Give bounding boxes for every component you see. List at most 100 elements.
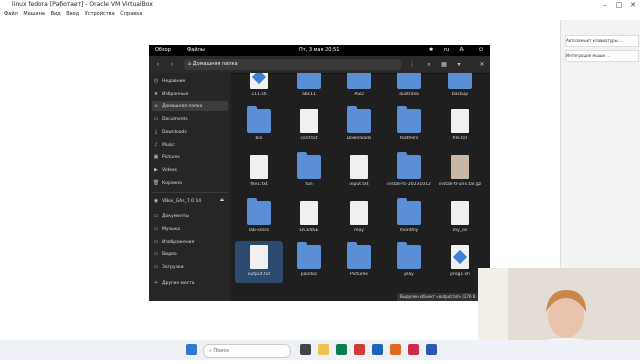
- file-item[interactable]: my_os: [436, 197, 484, 239]
- sidebar-item-8[interactable]: 🗑 Корзина: [152, 178, 228, 188]
- menu-file[interactable]: Файл: [4, 11, 18, 17]
- sidebar-other-places[interactable]: + Другие места: [152, 278, 228, 288]
- file-item[interactable]: Downloads: [335, 105, 383, 147]
- overview-button[interactable]: Обзор: [155, 45, 171, 56]
- file-label: install-tl-unx.tar.gz: [438, 182, 482, 187]
- file-item[interactable]: abc11: [285, 73, 333, 103]
- file-label: output.txt: [247, 272, 271, 277]
- folder-icon: [347, 242, 371, 269]
- view-options-icon[interactable]: ▾: [454, 60, 464, 69]
- file-item[interactable]: prog1.sh: [436, 241, 484, 283]
- sidebar-item-3[interactable]: ▭ Documents: [152, 114, 228, 124]
- file-item[interactable]: backup: [436, 73, 484, 103]
- network-icon[interactable]: ⁂: [459, 45, 464, 56]
- folder-icon: [297, 152, 321, 179]
- power-icon[interactable]: ⏻: [479, 45, 483, 56]
- close-icon[interactable]: ✕: [477, 60, 487, 69]
- firefox-icon[interactable]: [390, 344, 401, 355]
- folder-icon: [397, 242, 421, 269]
- search-icon[interactable]: ⌕: [424, 60, 434, 69]
- sidebar-bookmark-2[interactable]: ▭ Изображения: [152, 237, 228, 247]
- device-label: VBox_GAs_7.0.14: [162, 199, 202, 205]
- sidebar-bookmark-4[interactable]: ▭ Загрузки: [152, 262, 228, 272]
- video-icon: ▶: [154, 166, 158, 173]
- task-view-icon[interactable]: [300, 344, 311, 355]
- close-icon[interactable]: ✕: [626, 0, 640, 10]
- virtualbox-icon[interactable]: [426, 344, 437, 355]
- file-explorer-icon[interactable]: [318, 344, 329, 355]
- image-icon: ▣: [153, 154, 159, 161]
- file-item[interactable]: pandoc: [285, 241, 333, 283]
- text-file-icon: [350, 155, 368, 179]
- word-icon[interactable]: [372, 344, 383, 355]
- menu-input[interactable]: Ввод: [66, 11, 79, 17]
- language-indicator[interactable]: ru: [444, 45, 449, 56]
- file-item[interactable]: lab-sssss: [235, 197, 283, 239]
- file-item[interactable]: play: [385, 241, 433, 283]
- file-label: Pictures: [350, 272, 368, 277]
- bookmark-label: Загрузки: [162, 265, 184, 271]
- minimize-icon[interactable]: –: [598, 0, 612, 10]
- accessibility-icon[interactable]: ✱: [429, 45, 433, 56]
- menu-devices[interactable]: Устройства: [85, 11, 115, 17]
- menu-machine[interactable]: Машина: [23, 11, 45, 17]
- app-menu[interactable]: Файлы: [187, 45, 205, 56]
- edge-icon[interactable]: [336, 344, 347, 355]
- file-item[interactable]: output.txt: [235, 241, 283, 283]
- notification-mouse[interactable]: Интеграция мыши ...: [565, 50, 639, 62]
- file-item[interactable]: file.txt: [436, 105, 484, 147]
- sidebar-item-label: Pictures: [162, 155, 180, 161]
- sidebar-item-6[interactable]: ▣ Pictures: [152, 152, 228, 162]
- chrome-icon[interactable]: [354, 344, 365, 355]
- file-label: abc11: [302, 92, 316, 97]
- sidebar-item-label: Недавние: [162, 79, 186, 84]
- file-label: install-fc-20231012: [387, 182, 431, 187]
- menu-help[interactable]: Справка: [120, 11, 142, 17]
- back-icon[interactable]: ‹: [153, 60, 163, 69]
- file-item[interactable]: Pictures: [335, 241, 383, 283]
- file-item[interactable]: input.txt: [335, 151, 383, 193]
- file-item[interactable]: fun: [285, 151, 333, 193]
- bookmark-label: Изображения: [162, 239, 195, 245]
- sidebar-bookmark-1[interactable]: ▭ Музыка: [152, 224, 228, 234]
- file-label: Downloads: [346, 136, 372, 141]
- file-item[interactable]: bin: [235, 105, 283, 147]
- file-item[interactable]: LICENSE: [285, 197, 333, 239]
- sidebar-bookmark-3[interactable]: ▭ Видео: [152, 249, 228, 259]
- file-item[interactable]: australia: [385, 73, 433, 103]
- sidebar-bookmark-0[interactable]: ▭ Документы: [152, 211, 228, 221]
- file-item[interactable]: monthly: [385, 197, 433, 239]
- sidebar-item-4[interactable]: ⤓ Downloads: [152, 127, 228, 137]
- sidebar-device[interactable]: ◉ VBox_GAs_7.0.14 ⏏: [152, 196, 228, 206]
- forward-icon[interactable]: ›: [167, 60, 177, 69]
- app-icon[interactable]: [408, 344, 419, 355]
- start-icon[interactable]: [186, 344, 197, 355]
- maximize-icon[interactable]: □: [612, 0, 626, 10]
- file-item[interactable]: feathers: [385, 105, 433, 147]
- folder-icon: ▭: [153, 213, 159, 220]
- file-item[interactable]: file1.txt: [235, 151, 283, 193]
- file-item[interactable]: may: [335, 197, 383, 239]
- eject-icon[interactable]: ⏏: [220, 196, 224, 206]
- file-label: monthly: [399, 228, 419, 233]
- file-item[interactable]: ASD: [335, 73, 383, 103]
- sidebar-item-1[interactable]: ★ Избранные: [152, 89, 228, 99]
- file-item[interactable]: install-fc-20231012: [385, 151, 433, 193]
- view-grid-icon[interactable]: ▦: [439, 60, 449, 69]
- sidebar-item-2[interactable]: ⌂ Домашняя папка: [152, 101, 228, 112]
- file-item[interactable]: install-tl-unx.tar.gz: [436, 151, 484, 193]
- menu-icon[interactable]: ⋮: [407, 60, 417, 69]
- bookmark-label: Музыка: [162, 227, 180, 232]
- clock[interactable]: Пт, 3 мая 20:51: [299, 45, 339, 56]
- file-item[interactable]: conf.txt: [285, 105, 333, 147]
- path-bar[interactable]: ⌂ Домашняя папка: [184, 59, 401, 70]
- search-box[interactable]: ⌕ Поиск: [203, 344, 291, 358]
- other-places-label: Другие места: [162, 280, 195, 286]
- file-item[interactable]: 111.sh: [235, 73, 283, 103]
- menu-view[interactable]: Вид: [51, 11, 61, 17]
- sidebar-item-7[interactable]: ▶ Videos: [152, 165, 228, 175]
- sidebar-item-5[interactable]: ♪ Music: [152, 140, 228, 150]
- sidebar-item-0[interactable]: ◷ Недавние: [152, 76, 228, 86]
- sidebar-item-label: Music: [162, 142, 175, 148]
- notification-keyboard[interactable]: Автозамыкт клавиатуры ...: [565, 35, 639, 47]
